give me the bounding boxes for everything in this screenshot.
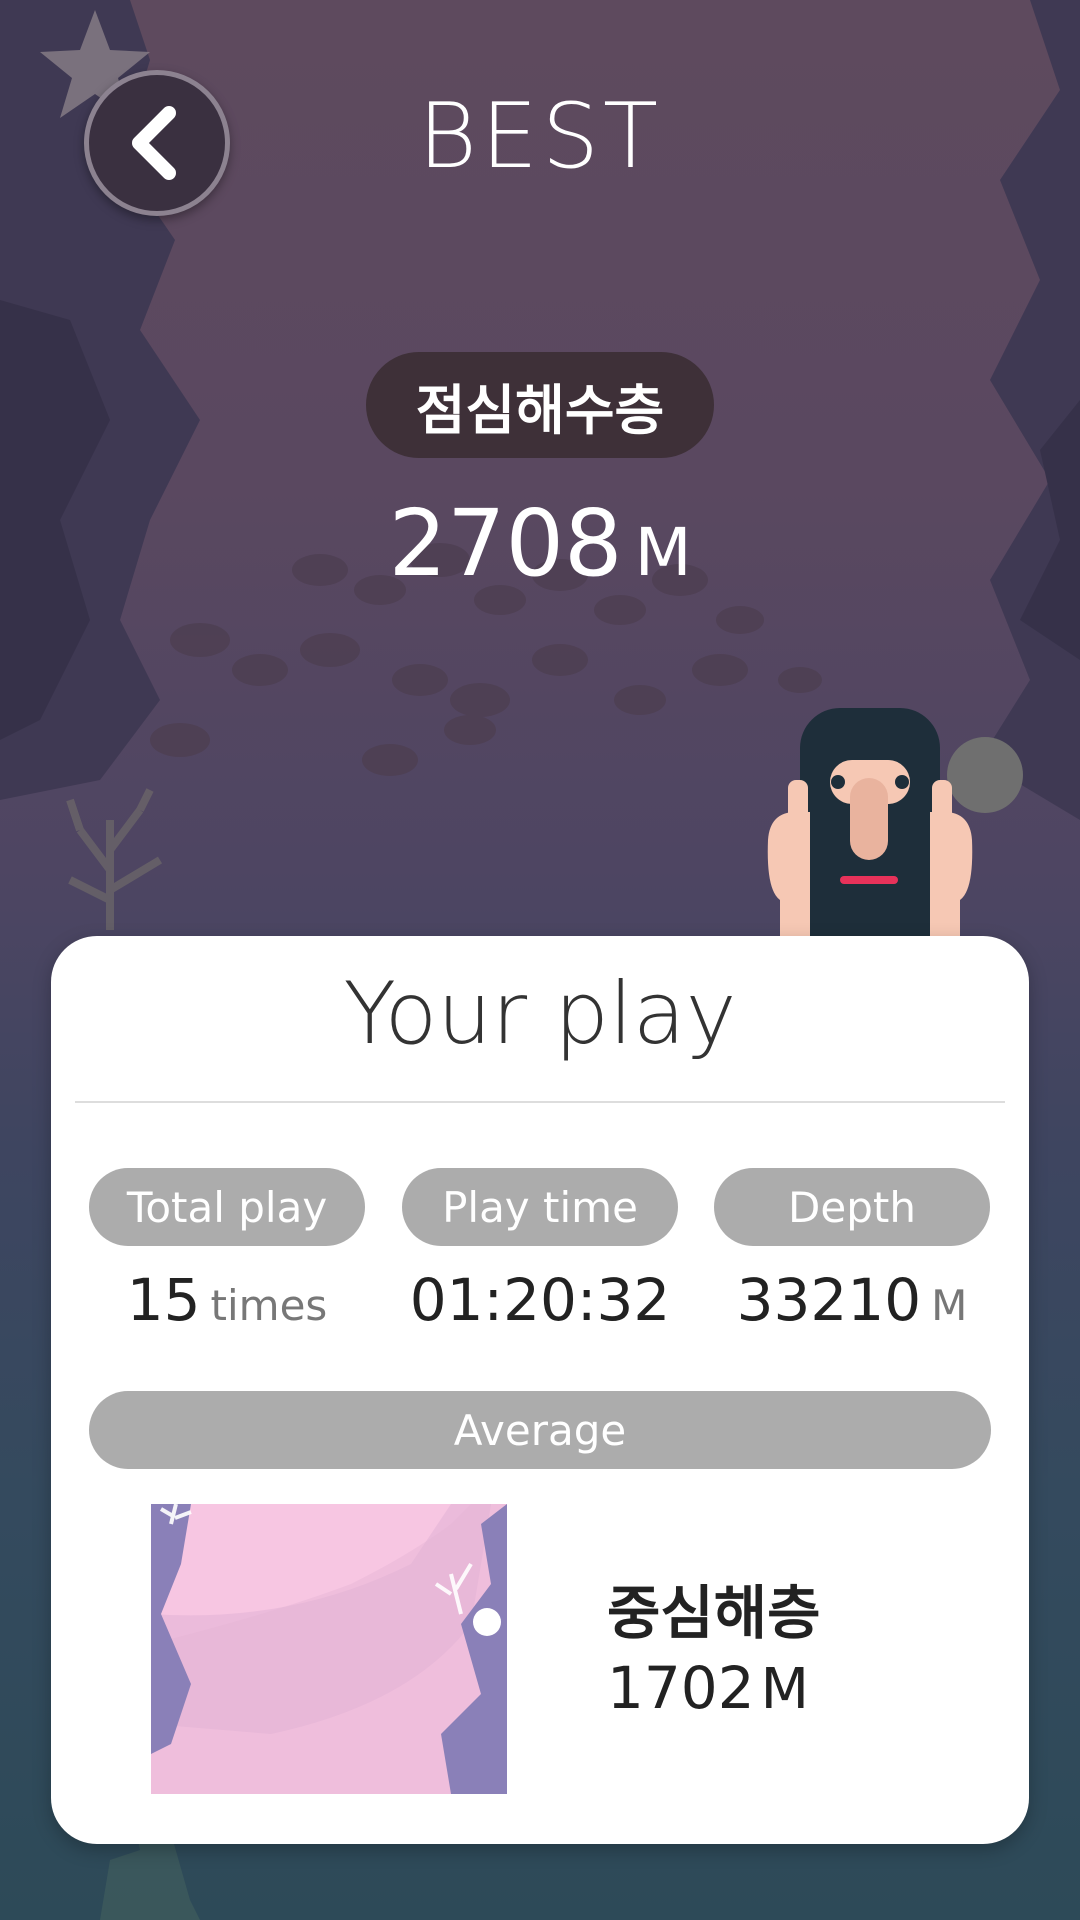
card-title: Your play	[343, 964, 737, 1064]
average-zone-thumbnail	[151, 1504, 507, 1794]
play-time-number: 01:20:32	[409, 1266, 671, 1334]
depth-unit: M	[931, 1281, 968, 1330]
divider	[75, 1101, 1005, 1103]
average-depth-unit: M	[760, 1657, 809, 1722]
depth-label: Depth	[714, 1168, 990, 1246]
page-title: BEST	[418, 84, 662, 189]
total-play-unit: times	[210, 1281, 328, 1330]
play-time-label: Play time	[402, 1168, 678, 1246]
best-depth: 2708 M	[0, 490, 1080, 597]
depth-value: 33210 M	[702, 1266, 1002, 1334]
average-zone-name: 중심해층	[607, 1579, 821, 1647]
play-time-value: 01:20:32	[390, 1266, 690, 1334]
depth-number: 33210	[736, 1266, 922, 1334]
mascot-character	[767, 708, 973, 962]
best-depth-unit: M	[634, 514, 692, 591]
total-play-number: 15	[126, 1266, 201, 1334]
average-label: Average	[89, 1391, 991, 1469]
total-play-label: Total play	[89, 1168, 365, 1246]
coral-decoration	[66, 788, 163, 930]
average-depth-value: 1702	[607, 1654, 755, 1722]
your-play-card: Your play Total play Play time Depth 15 t…	[51, 936, 1029, 1844]
total-play-value: 15 times	[77, 1266, 377, 1334]
best-zone-badge: 점심해수층	[366, 352, 714, 458]
best-depth-value: 2708	[388, 490, 623, 597]
average-depth: 1702 M	[607, 1654, 809, 1722]
